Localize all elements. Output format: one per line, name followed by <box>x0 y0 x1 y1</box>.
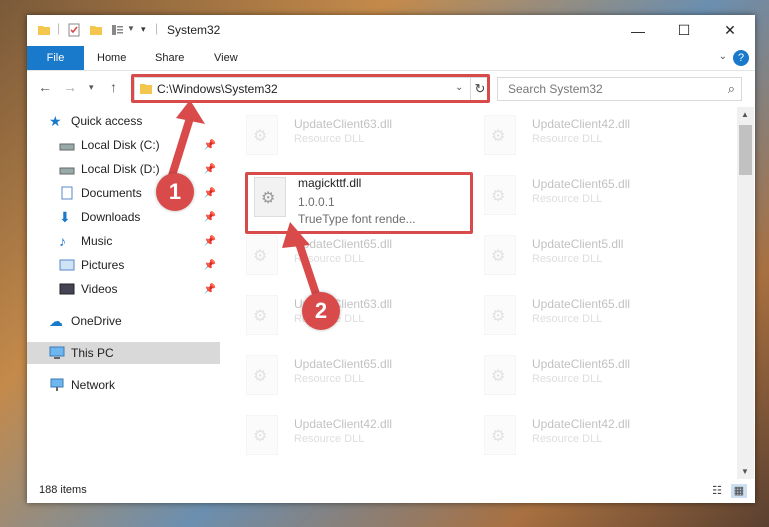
arrow-two <box>294 238 322 302</box>
arrow-one-head <box>176 100 205 124</box>
callout-badge-two: 2 <box>302 292 340 330</box>
callout-badge-one: 1 <box>156 173 194 211</box>
callout-arrows <box>166 100 322 302</box>
arrow-two-head <box>282 222 310 248</box>
